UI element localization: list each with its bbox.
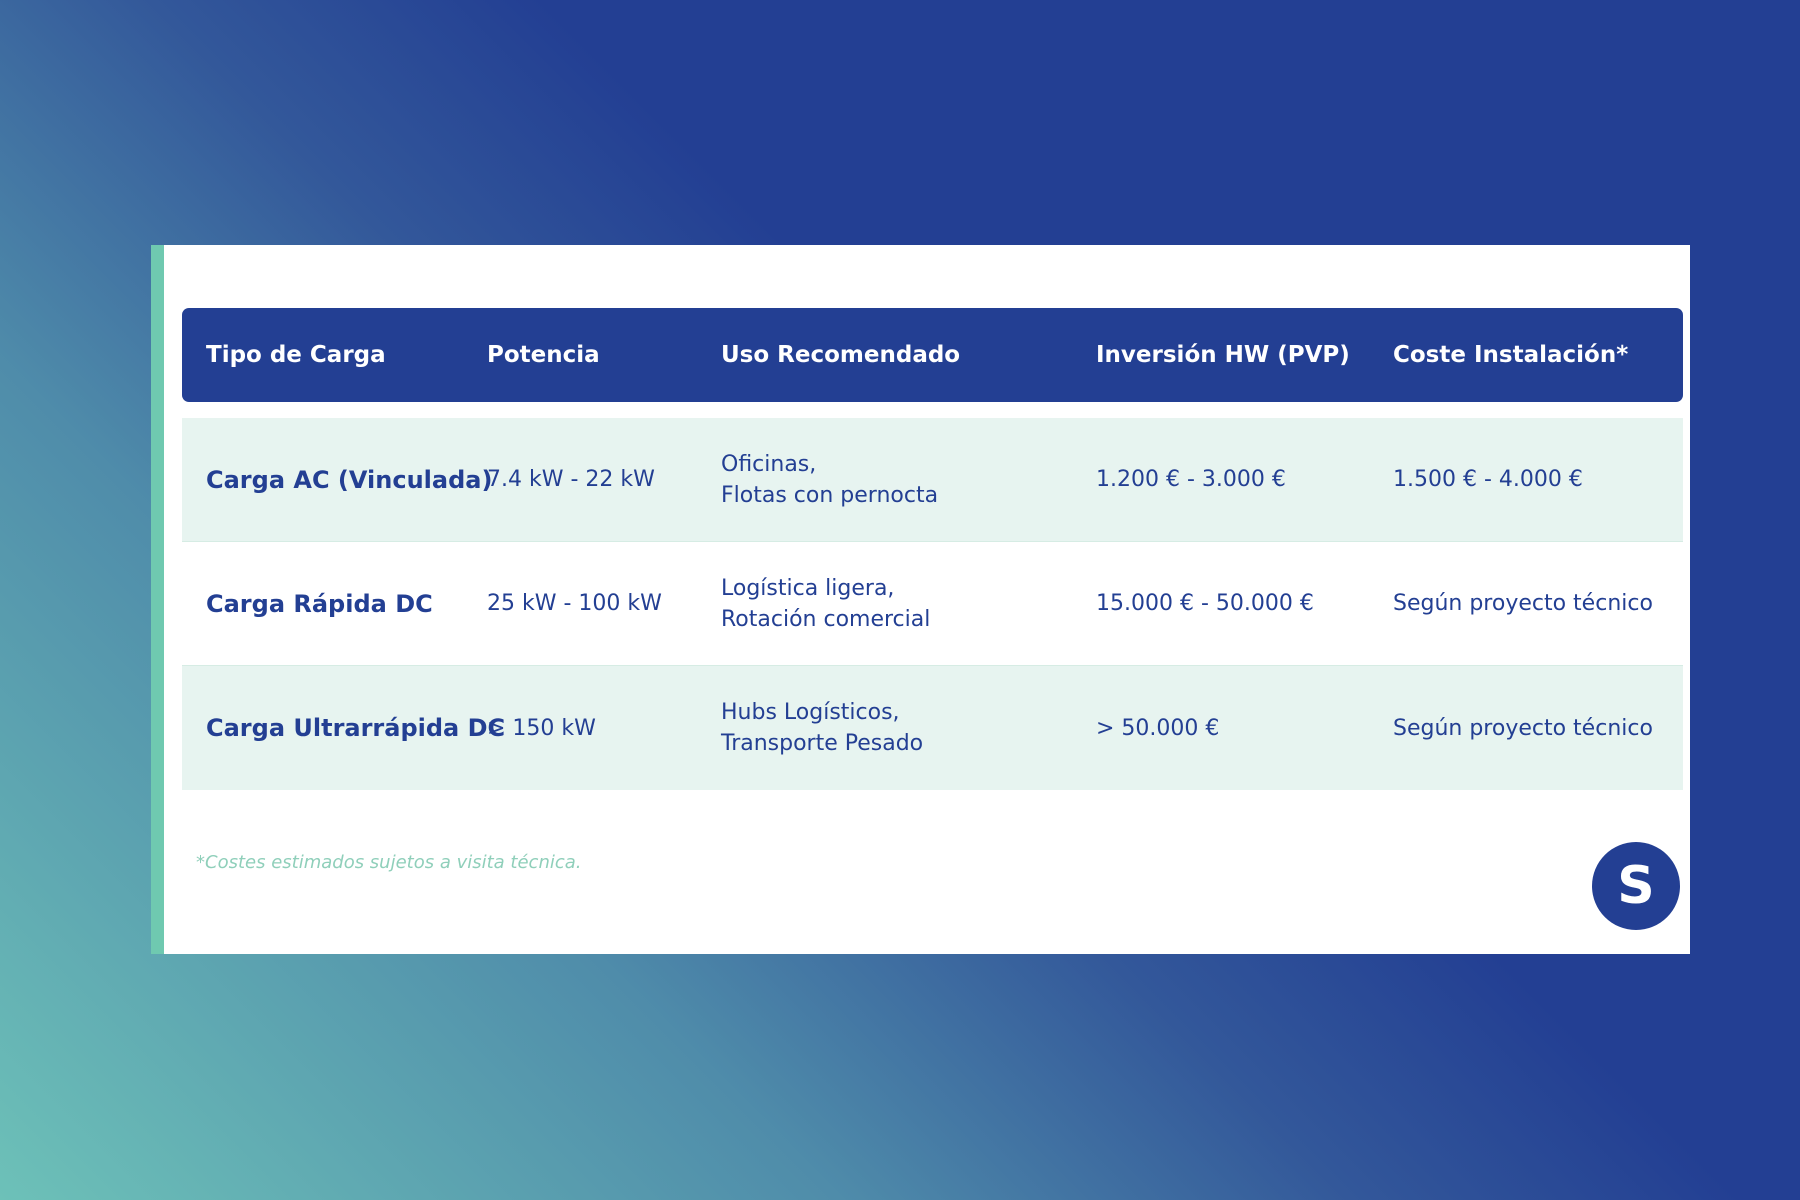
table-row: Carga Rápida DC 25 kW - 100 kW Logística… — [182, 542, 1683, 666]
cell-uso-line1: Oficinas, — [721, 451, 817, 477]
header-uso-recomendado: Uso Recomendado — [721, 342, 961, 368]
cell-potencia: 25 kW - 100 kW — [487, 591, 662, 616]
cell-tipo: Carga Rápida DC — [206, 589, 433, 618]
cell-potencia: 7.4 kW - 22 kW — [487, 467, 655, 492]
cell-inversion: 1.200 € - 3.000 € — [1096, 467, 1286, 492]
header-potencia: Potencia — [487, 342, 600, 368]
cell-inversion: 15.000 € - 50.000 € — [1096, 591, 1314, 616]
cell-tipo: Carga Ultrarrápida DC — [206, 714, 506, 742]
cell-uso-line1: Logística ligera, — [721, 575, 895, 601]
cell-coste: 1.500 € - 4.000 € — [1393, 467, 1583, 492]
cell-uso-line1: Hubs Logísticos, — [721, 700, 900, 725]
cell-potencia: > 150 kW — [487, 715, 596, 741]
cell-uso: Logística ligera, Rotación comercial — [721, 573, 1096, 635]
table-row: Carga Ultrarrápida DC > 150 kW Hubs Logí… — [182, 666, 1683, 790]
cell-uso-line2: Transporte Pesado — [721, 731, 924, 756]
cell-uso: Hubs Logísticos, Transporte Pesado — [721, 697, 1096, 759]
logo-letter: S — [1617, 856, 1655, 916]
cell-uso-line2: Flotas con pernocta — [721, 482, 939, 508]
header-coste-instalacion: Coste Instalación* — [1393, 342, 1629, 368]
cell-uso: Oficinas, Flotas con pernocta — [721, 449, 1096, 511]
footnote: *Costes estimados sujetos a visita técni… — [196, 852, 582, 873]
cell-coste: Según proyecto técnico — [1393, 591, 1653, 616]
brand-logo: S — [1592, 842, 1680, 930]
cell-inversion: > 50.000 € — [1096, 715, 1220, 741]
cell-coste: Según proyecto técnico — [1393, 715, 1653, 741]
table-row: Carga AC (Vinculada) 7.4 kW - 22 kW Ofic… — [182, 418, 1683, 542]
cell-uso-line2: Rotación comercial — [721, 606, 931, 632]
cell-tipo: Carga AC (Vinculada) — [206, 465, 493, 494]
header-inversion-hw: Inversión HW (PVP) — [1096, 342, 1350, 368]
table-header: Tipo de Carga Potencia Uso Recomendado I… — [182, 308, 1683, 402]
charging-table: Tipo de Carga Potencia Uso Recomendado I… — [182, 308, 1683, 790]
pricing-card: Tipo de Carga Potencia Uso Recomendado I… — [151, 245, 1690, 954]
header-tipo-de-carga: Tipo de Carga — [206, 342, 386, 368]
